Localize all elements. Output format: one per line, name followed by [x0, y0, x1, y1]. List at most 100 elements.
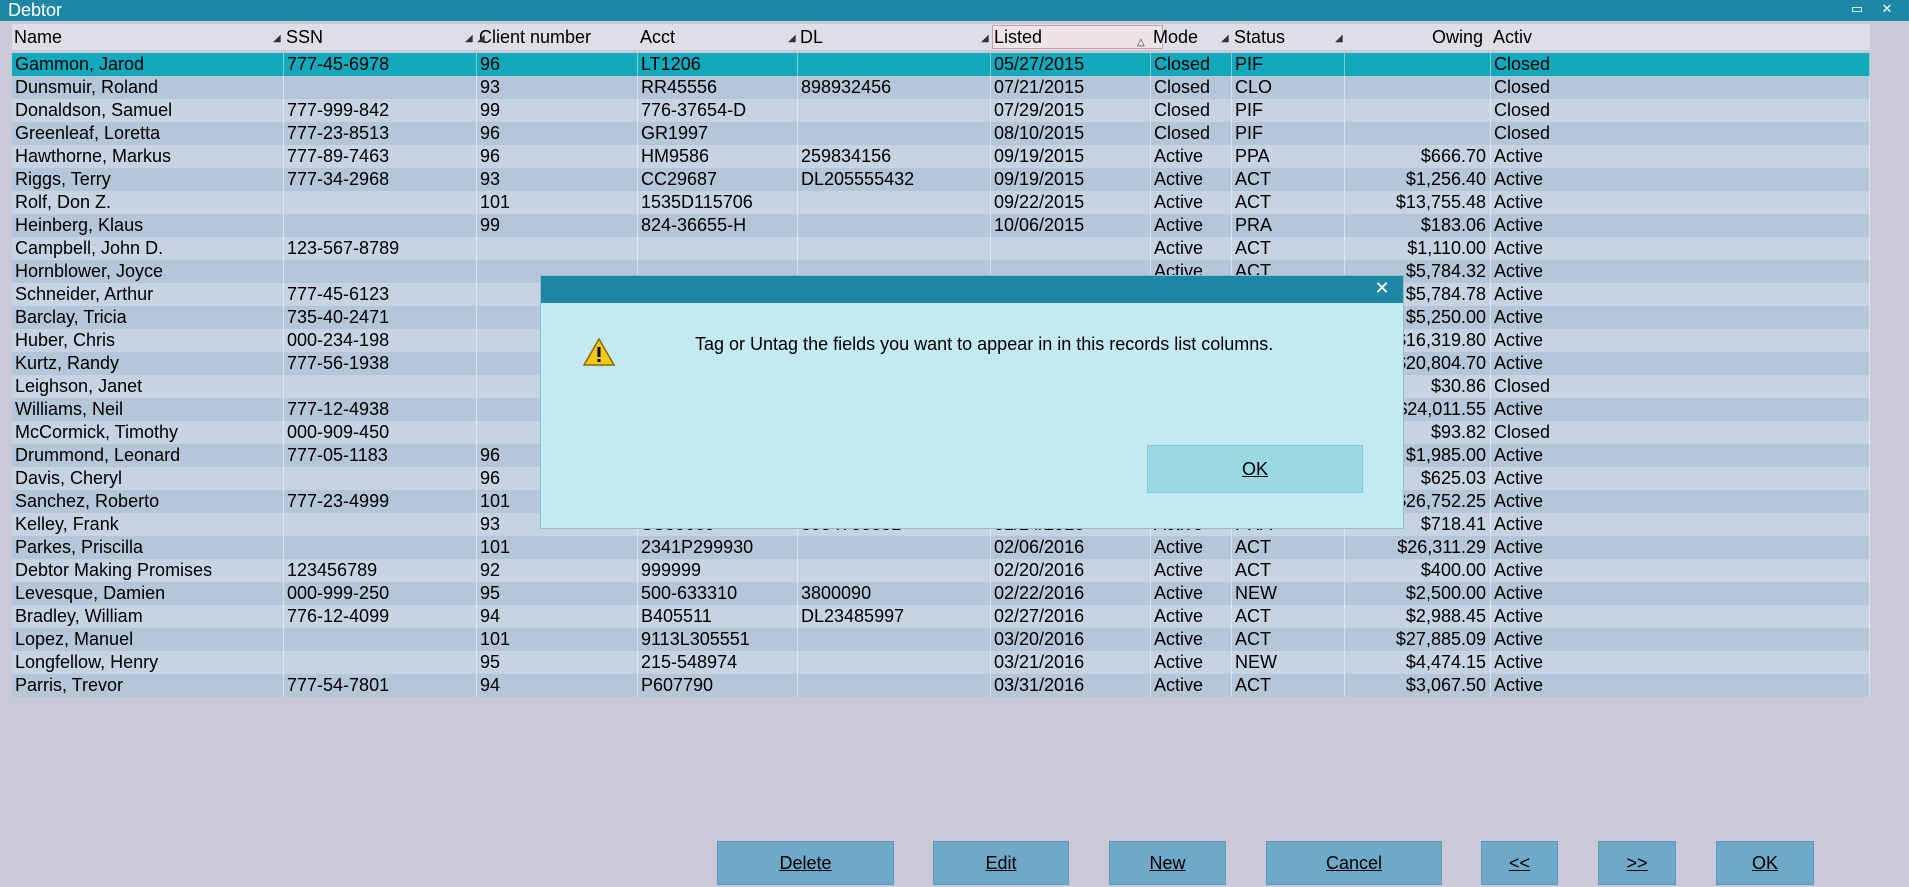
cell-listed: 02/22/2016	[991, 582, 1151, 605]
cell-owing: $666.70	[1345, 145, 1491, 168]
prev-button[interactable]: <<	[1481, 841, 1558, 885]
cell-ssn: 777-54-7801	[284, 674, 477, 697]
cell-status: ACT	[1232, 605, 1345, 628]
cell-listed: 05/27/2015	[991, 53, 1151, 76]
column-header-label: Mode	[1153, 27, 1199, 47]
cell-mode: Active	[1151, 651, 1232, 674]
column-header-ssn[interactable]: SSN ◢	[284, 24, 477, 50]
cell-activ: Active	[1491, 444, 1870, 467]
cell-status: ACT	[1232, 168, 1345, 191]
dialog-close-icon[interactable]: ✕	[1373, 279, 1391, 297]
column-header-dl[interactable]: DL ◢	[798, 24, 991, 50]
window-titlebar[interactable]: Debtor ▭ ✕	[0, 0, 1909, 21]
cell-ssn	[284, 628, 477, 651]
table-row[interactable]: Levesque, Damien 000-999-250 95 500-633310 3…	[12, 582, 1870, 605]
table-row[interactable]: Greenleaf, Loretta 777-23-8513 96 GR1997 08/…	[12, 122, 1870, 145]
table-row[interactable]: Parkes, Priscilla 101 2341P299930 02/06/201…	[12, 536, 1870, 559]
table-row[interactable]: Riggs, Terry 777-34-2968 93 CC29687 DL205555…	[12, 168, 1870, 191]
cell-owing: $3,067.50	[1345, 674, 1491, 697]
ok-button[interactable]: OK	[1716, 841, 1814, 885]
column-header-owing[interactable]: Owing	[1345, 24, 1491, 50]
cell-client	[477, 237, 638, 260]
cell-client: 92	[477, 559, 638, 582]
cell-owing: $183.06	[1345, 214, 1491, 237]
cell-dl	[798, 559, 991, 582]
cell-name: Davis, Cheryl	[12, 467, 284, 490]
table-row[interactable]: Lopez, Manuel 101 9113L305551 03/20/2016 Act…	[12, 628, 1870, 651]
cell-name: Riggs, Terry	[12, 168, 284, 191]
cell-name: McCormick, Timothy	[12, 421, 284, 444]
window-close-icon[interactable]: ✕	[1880, 2, 1894, 16]
cell-acct: 999999	[638, 559, 798, 582]
table-row[interactable]: Debtor Making Promises 123456789 92 999999 0…	[12, 559, 1870, 582]
column-header-mode[interactable]: Mode ◢	[1151, 24, 1232, 50]
cell-ssn: 777-23-4999	[284, 490, 477, 513]
table-row[interactable]: Donaldson, Samuel 777-999-842 99 776-37654-…	[12, 99, 1870, 122]
cell-activ: Active	[1491, 605, 1870, 628]
cell-client: 94	[477, 605, 638, 628]
cell-listed: 10/06/2015	[991, 214, 1151, 237]
cell-acct: 824-36655-H	[638, 214, 798, 237]
cell-name: Donaldson, Samuel	[12, 99, 284, 122]
cell-name: Schneider, Arthur	[12, 283, 284, 306]
table-row[interactable]: Parris, Trevor 777-54-7801 94 P607790 03/31/…	[12, 674, 1870, 697]
cell-name: Williams, Neil	[12, 398, 284, 421]
table-row[interactable]: Rolf, Don Z. 101 1535D115706 09/22/2015 Acti…	[12, 191, 1870, 214]
cell-listed: 09/19/2015	[991, 168, 1151, 191]
cell-listed: 03/21/2016	[991, 651, 1151, 674]
cell-ssn	[284, 214, 477, 237]
cell-owing: $27,885.09	[1345, 628, 1491, 651]
cell-ssn: 777-56-1938	[284, 352, 477, 375]
cell-acct: GR1997	[638, 122, 798, 145]
restore-icon[interactable]: ▭	[1850, 2, 1864, 16]
cell-name: Parris, Trevor	[12, 674, 284, 697]
column-header-name[interactable]: Name ◢	[12, 24, 284, 50]
cell-client: 101	[477, 628, 638, 651]
column-header-client[interactable]: Client number ◢	[477, 24, 638, 50]
sort-indicator-icon: ◢	[477, 33, 485, 44]
table-row[interactable]: Longfellow, Henry 95 215-548974 03/21/2016 A…	[12, 651, 1870, 674]
cell-acct: 776-37654-D	[638, 99, 798, 122]
table-row[interactable]: Campbell, John D. 123-567-8789 Active ACT $1…	[12, 237, 1870, 260]
table-row[interactable]: Hawthorne, Markus 777-89-7463 96 HM9586 2598…	[12, 145, 1870, 168]
cell-name: Sanchez, Roberto	[12, 490, 284, 513]
cell-activ: Active	[1491, 467, 1870, 490]
cell-status: NEW	[1232, 582, 1345, 605]
dialog-ok-label: OK	[1241, 458, 1268, 479]
column-header-status[interactable]: Status ◢	[1232, 24, 1345, 50]
next-button[interactable]: >>	[1598, 841, 1676, 885]
table-row[interactable]: Heinberg, Klaus 99 824-36655-H 10/06/2015 Ac…	[12, 214, 1870, 237]
edit-button[interactable]: Edit	[933, 841, 1069, 885]
column-header-acct[interactable]: Acct ◢	[638, 24, 798, 50]
cell-client: 93	[477, 168, 638, 191]
sort-indicator-icon: ◢	[788, 33, 796, 44]
cell-name: Lopez, Manuel	[12, 628, 284, 651]
cell-ssn: 777-45-6978	[284, 53, 477, 76]
table-row[interactable]: Dunsmuir, Roland 93 RR45556 898932456 07/21/…	[12, 76, 1870, 99]
dialog-ok-button[interactable]: OK	[1147, 445, 1363, 493]
new-button[interactable]: New	[1109, 841, 1226, 885]
cell-mode: Active	[1151, 145, 1232, 168]
cell-activ: Active	[1491, 168, 1870, 191]
sort-indicator-icon: ◢	[981, 33, 989, 44]
table-row[interactable]: Gammon, Jarod 777-45-6978 96 LT1206 05/27/20…	[12, 53, 1870, 76]
cancel-button[interactable]: Cancel	[1266, 841, 1442, 885]
cell-status: PIF	[1232, 53, 1345, 76]
cell-activ: Active	[1491, 490, 1870, 513]
column-header-listed[interactable]: Listed △	[991, 24, 1163, 50]
cell-ssn: 777-34-2968	[284, 168, 477, 191]
cell-owing: $400.00	[1345, 559, 1491, 582]
column-header-label: Client number	[479, 27, 592, 47]
table-row[interactable]: Bradley, William 776-12-4099 94 B405511 DL23…	[12, 605, 1870, 628]
dialog-titlebar[interactable]	[541, 276, 1403, 303]
cell-owing: $2,500.00	[1345, 582, 1491, 605]
cell-acct: 215-548974	[638, 651, 798, 674]
cell-dl	[798, 536, 991, 559]
delete-button[interactable]: Delete	[717, 841, 894, 885]
cell-dl: 3800090	[798, 582, 991, 605]
cell-listed: 07/29/2015	[991, 99, 1151, 122]
cell-status: PPA	[1232, 145, 1345, 168]
column-header-activ[interactable]: Activ	[1491, 24, 1870, 50]
cell-listed: 07/21/2015	[991, 76, 1151, 99]
cell-dl	[798, 674, 991, 697]
